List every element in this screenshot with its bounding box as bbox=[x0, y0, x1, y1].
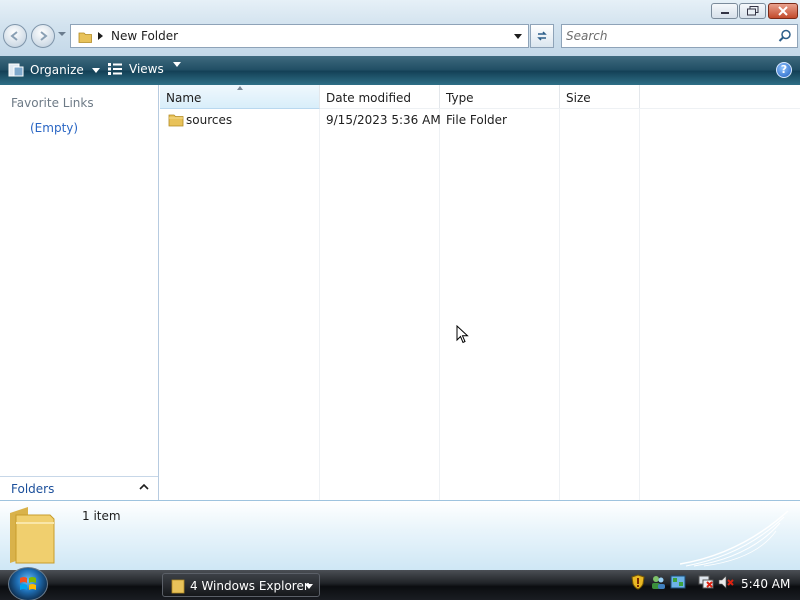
file-list: Name Date modified Type Size sources 9/1… bbox=[160, 85, 800, 500]
recent-pages-dropdown[interactable] bbox=[58, 32, 66, 36]
organize-icon bbox=[8, 63, 24, 77]
back-button[interactable] bbox=[3, 24, 27, 48]
column-header-size-label: Size bbox=[566, 91, 591, 105]
search-icon[interactable] bbox=[778, 29, 792, 43]
refresh-icon bbox=[537, 31, 547, 41]
favorite-links-heading: Favorite Links bbox=[11, 96, 94, 110]
organize-label: Organize bbox=[30, 63, 84, 77]
command-toolbar: Organize Views ? bbox=[0, 56, 800, 85]
address-dropdown-icon[interactable] bbox=[514, 34, 522, 39]
sort-ascending-icon bbox=[237, 86, 243, 90]
windows-logo-icon bbox=[20, 577, 36, 590]
views-dropdown-button[interactable] bbox=[171, 62, 181, 67]
column-header-name-label: Name bbox=[166, 91, 202, 105]
minimize-button[interactable] bbox=[711, 3, 738, 19]
column-header-date-modified[interactable]: Date modified bbox=[320, 85, 440, 109]
taskbar: 4 Windows Explorer 5:40 AM bbox=[0, 567, 800, 600]
help-button[interactable]: ? bbox=[776, 62, 792, 78]
sync-center-icon[interactable] bbox=[670, 574, 686, 590]
search-input[interactable] bbox=[566, 28, 771, 44]
column-divider bbox=[319, 109, 320, 500]
organize-button[interactable]: Organize bbox=[8, 62, 100, 78]
file-type: File Folder bbox=[446, 113, 507, 127]
help-icon: ? bbox=[780, 63, 788, 76]
clock[interactable]: 5:40 AM bbox=[741, 577, 790, 591]
chevron-down-icon bbox=[305, 584, 313, 589]
taskbar-windows-explorer-group[interactable]: 4 Windows Explorer bbox=[162, 573, 320, 597]
system-tray bbox=[630, 574, 734, 590]
chevron-down-icon bbox=[173, 62, 181, 67]
minimize-icon bbox=[720, 12, 729, 14]
volume-muted-icon[interactable] bbox=[718, 574, 734, 590]
taskbar-button-label: 4 Windows Explorer bbox=[190, 579, 309, 593]
details-pane: 1 item bbox=[0, 500, 800, 570]
breadcrumb-separator-icon[interactable] bbox=[98, 32, 103, 40]
views-button[interactable]: Views bbox=[107, 62, 164, 76]
start-button[interactable] bbox=[8, 567, 48, 600]
views-icon bbox=[108, 63, 122, 75]
arrow-left-icon bbox=[10, 31, 18, 41]
folder-icon bbox=[171, 579, 185, 594]
column-divider bbox=[559, 109, 560, 500]
column-header-name[interactable]: Name bbox=[160, 85, 320, 109]
breadcrumb-new-folder[interactable]: New Folder bbox=[111, 29, 178, 43]
item-count: 1 item bbox=[82, 509, 121, 523]
folder-large-icon bbox=[10, 507, 55, 564]
refresh-button[interactable] bbox=[530, 24, 554, 48]
column-header-date-label: Date modified bbox=[326, 91, 412, 105]
restore-icon bbox=[746, 6, 758, 16]
close-icon bbox=[778, 6, 788, 16]
search-box[interactable] bbox=[561, 24, 798, 48]
folder-icon bbox=[78, 32, 92, 43]
column-divider bbox=[439, 109, 440, 500]
column-header-type[interactable]: Type bbox=[440, 85, 560, 109]
column-header-size[interactable]: Size bbox=[560, 85, 640, 109]
file-row-sources[interactable]: sources 9/15/2023 5:36 AM File Folder bbox=[160, 110, 640, 130]
security-shield-icon[interactable] bbox=[630, 574, 646, 590]
views-label: Views bbox=[129, 62, 164, 76]
forward-button[interactable] bbox=[31, 24, 55, 48]
folder-icon bbox=[168, 114, 184, 127]
chevron-up-icon bbox=[139, 483, 149, 490]
column-header-type-label: Type bbox=[446, 91, 474, 105]
restore-button[interactable] bbox=[739, 3, 766, 19]
address-bar[interactable]: New Folder bbox=[70, 24, 529, 48]
users-icon[interactable] bbox=[650, 574, 666, 590]
header-divider bbox=[320, 108, 800, 109]
chevron-down-icon bbox=[91, 67, 100, 73]
column-divider bbox=[639, 109, 640, 500]
favorite-links-empty: (Empty) bbox=[30, 121, 79, 135]
folders-toggle[interactable]: Folders bbox=[0, 476, 158, 500]
decorative-swoosh-icon bbox=[680, 510, 789, 567]
navigation-pane: Favorite Links (Empty) Folders bbox=[0, 85, 159, 500]
arrow-right-icon bbox=[40, 31, 48, 41]
file-name: sources bbox=[186, 113, 233, 127]
title-address-bar: New Folder bbox=[0, 0, 800, 56]
close-button[interactable] bbox=[768, 3, 798, 19]
file-date-modified: 9/15/2023 5:36 AM bbox=[326, 113, 441, 127]
network-disconnected-icon[interactable] bbox=[698, 574, 714, 590]
mouse-cursor-icon bbox=[456, 325, 469, 344]
folders-label: Folders bbox=[11, 482, 55, 496]
